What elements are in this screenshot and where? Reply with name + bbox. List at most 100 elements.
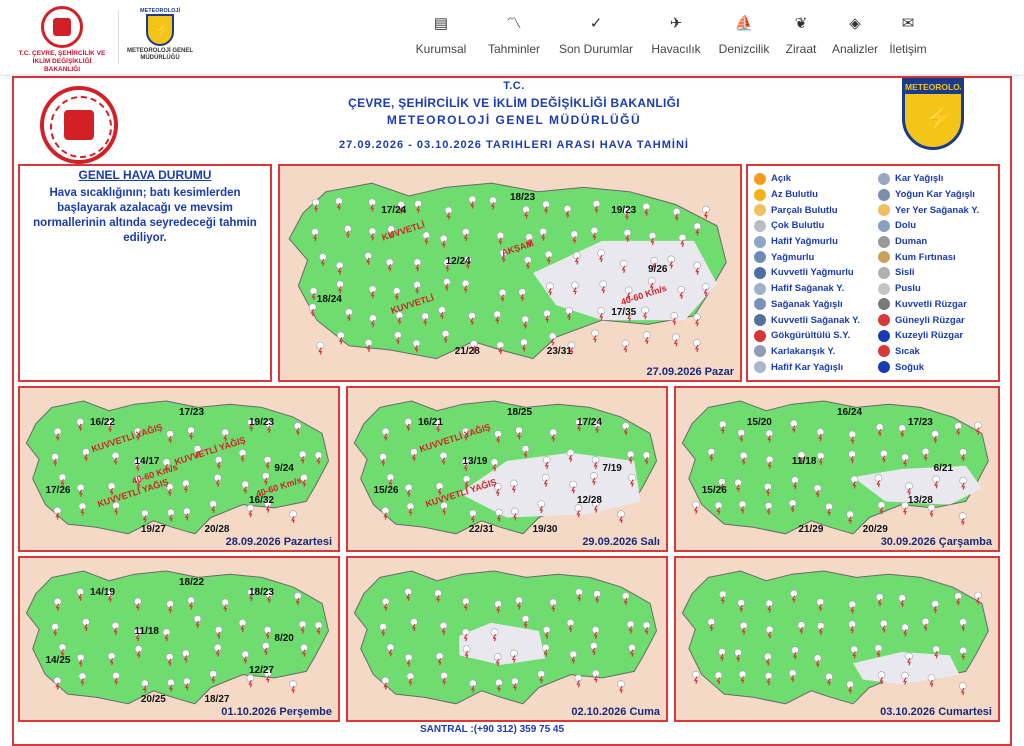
city-temperature: 18/23: [510, 191, 536, 203]
city-temperature: 21/28: [454, 345, 480, 357]
nav-havacılık[interactable]: ✈ Havacılık: [642, 14, 710, 56]
weather-symbol-cloud: [677, 286, 686, 294]
weather-symbol-cloud: [764, 502, 773, 510]
weather-symbol-cloud: [549, 598, 557, 607]
city-temperature: 12/24: [445, 255, 471, 267]
weather-symbol-cloud: [364, 252, 372, 260]
weather-symbol-cloud: [543, 309, 551, 318]
weather-symbol-cloud: [901, 453, 909, 462]
weather-symbol-cloud: [765, 625, 774, 634]
weather-symbol-cloud: [335, 261, 344, 270]
forecast-map-day-6[interactable]: 02.10.2026 Cuma: [346, 556, 668, 722]
nav-tahminler[interactable]: 〽 Tahminler: [478, 14, 550, 56]
city-temperature: 19/23: [611, 204, 637, 216]
legend-label: Gökgürültülü S.Y.: [771, 330, 851, 342]
legend-label: Az Bulutlu: [771, 189, 818, 201]
city-temperature: 20/28: [204, 524, 230, 536]
weather-symbol-cloud: [626, 450, 635, 459]
weather-symbol-cloud: [692, 500, 700, 509]
weather-symbol-cloud: [406, 672, 415, 681]
weather-symbol-cloud: [166, 600, 174, 608]
legend-label: Güneyli Rüzgar: [895, 314, 965, 326]
weather-symbol-cloud: [213, 643, 222, 652]
weather-symbol-cloud: [369, 314, 377, 322]
weather-symbol-cloud: [542, 456, 551, 464]
forecast-map-day-5[interactable]: 14/19 18/22 18/23 11/18 8/20 14/25 12/27 20/25 1…: [18, 556, 340, 722]
ministry-logo[interactable]: T.C. ÇEVRE, ŞEHİRCİLİK VE İKLİM DEĞİŞİKL…: [14, 6, 110, 74]
city-temperature: 18/27: [204, 694, 230, 706]
heavy-rain-icon: [754, 266, 766, 279]
weather-symbol-cloud: [368, 198, 376, 207]
weather-symbol-cloud: [386, 643, 395, 652]
mgm-logo[interactable]: METEOROLOJİ METEOROLOJİ GENEL MÜDÜRLÜĞÜ: [124, 8, 196, 62]
weather-symbol-cloud: [569, 650, 577, 659]
weather-symbol-cloud: [490, 628, 499, 636]
weather-symbol-cloud: [788, 499, 797, 507]
weather-symbol-cloud: [816, 598, 825, 606]
legend-item: Gökgürültülü S.Y.: [754, 328, 876, 344]
main-nav: ▤ Kurumsal 〽 Tahminler ✓ Son Durumlar ✈ Havacıl…: [404, 14, 930, 56]
city-temperature: 18/25: [507, 407, 533, 419]
weather-symbol-cloud: [221, 428, 229, 437]
forecast-map-day-1[interactable]: 17/24 18/23 19/23 12/24 9/26 18/24 17/35 21/28 2…: [278, 164, 742, 382]
forecast-map-day-2[interactable]: 16/22 17/23 19/23 14/17 9/24 17/26 16/32 19/27 2…: [18, 386, 340, 552]
weather-symbol-cloud: [209, 670, 217, 678]
weather-symbol-cloud: [462, 475, 471, 483]
weather-symbol-cloud: [58, 643, 67, 652]
weather-symbol-cloud: [368, 285, 377, 293]
nav-son-durumlar[interactable]: ✓ Son Durumlar: [550, 14, 642, 56]
legend-label: Hafif Sağanak Y.: [771, 283, 845, 295]
legend-item: Kar Yağışlı: [878, 171, 1000, 187]
weather-symbol-cloud: [404, 587, 413, 596]
hot-thermometer-icon: [878, 345, 890, 358]
weather-symbol-cloud: [381, 506, 390, 515]
nav-i-letişim[interactable]: ✉ İletişim: [886, 14, 930, 56]
weather-symbol-cloud: [183, 507, 191, 516]
weather-symbol-cloud: [167, 508, 175, 517]
forecast-date: 28.09.2026 Pazartesi: [225, 536, 332, 548]
fog-icon: [878, 266, 890, 279]
weather-symbol-cloud: [670, 312, 679, 320]
weather-symbol-cloud: [462, 645, 471, 653]
weather-symbol-cloud: [621, 422, 630, 430]
weather-symbol-cloud: [958, 682, 967, 690]
weather-symbol-cloud: [510, 649, 518, 658]
weather-symbol-cloud: [597, 307, 606, 315]
weather-symbol-cloud: [53, 597, 62, 606]
forecast-map-day-4[interactable]: 15/20 16/24 17/23 11/18 6/21 15/26 13/28 21/29 2…: [674, 386, 1000, 552]
weather-symbol-cloud: [701, 283, 710, 291]
nav-denizcilik[interactable]: ⛵ Denizcilik: [710, 14, 778, 56]
weather-symbol-cloud: [522, 205, 530, 214]
weather-symbol-cloud: [816, 428, 825, 436]
weather-symbol-cloud: [381, 676, 390, 685]
legend-label: Kuzeyli Rüzgar: [895, 330, 964, 342]
weather-symbol-cloud: [335, 197, 343, 205]
legend-label: Çok Bulutlu: [771, 220, 825, 232]
forecast-date: 29.09.2026 Salı: [582, 536, 660, 548]
weather-symbol-cloud: [541, 643, 550, 652]
legend-label: Dolu: [895, 220, 917, 232]
legend-item: Kuvvetli Sağanak Y.: [754, 312, 876, 328]
legend-label: Puslu: [895, 283, 921, 295]
legend-label: Sıcak: [895, 345, 920, 357]
nav-ziraat[interactable]: ❦ Ziraat: [778, 14, 824, 56]
forecast-map-day-7[interactable]: 03.10.2026 Cumartesi: [674, 556, 1000, 722]
city-temperature: 6/21: [933, 462, 954, 474]
city-temperature: 18/24: [316, 294, 342, 306]
heavy-shower-icon: [754, 314, 766, 327]
weather-symbol-cloud: [439, 451, 448, 460]
weather-symbol-cloud: [183, 677, 191, 686]
weather-symbol-cloud: [410, 448, 418, 456]
legend-label: Yer Yer Sağanak Y.: [895, 204, 980, 216]
weather-symbol-cloud: [905, 652, 913, 660]
weather-symbol-cloud: [921, 617, 930, 626]
turkey-map-graphic: [681, 570, 989, 705]
nav-kurumsal[interactable]: ▤ Kurumsal: [404, 14, 478, 56]
weather-symbol-cloud: [82, 448, 90, 456]
nav-analizler[interactable]: ◈ Analizler: [824, 14, 886, 56]
city-temperature: 14/25: [45, 655, 71, 667]
weather-symbol-cloud: [734, 648, 742, 657]
city-temperature: 17/23: [907, 417, 933, 429]
forecast-map-day-3[interactable]: 16/21 18/25 17/24 13/19 7/19 15/26 12/28 22/31 1…: [346, 386, 668, 552]
mgm-logo-text: METEOROLOJİ GENEL MÜDÜRLÜĞÜ: [126, 48, 193, 61]
